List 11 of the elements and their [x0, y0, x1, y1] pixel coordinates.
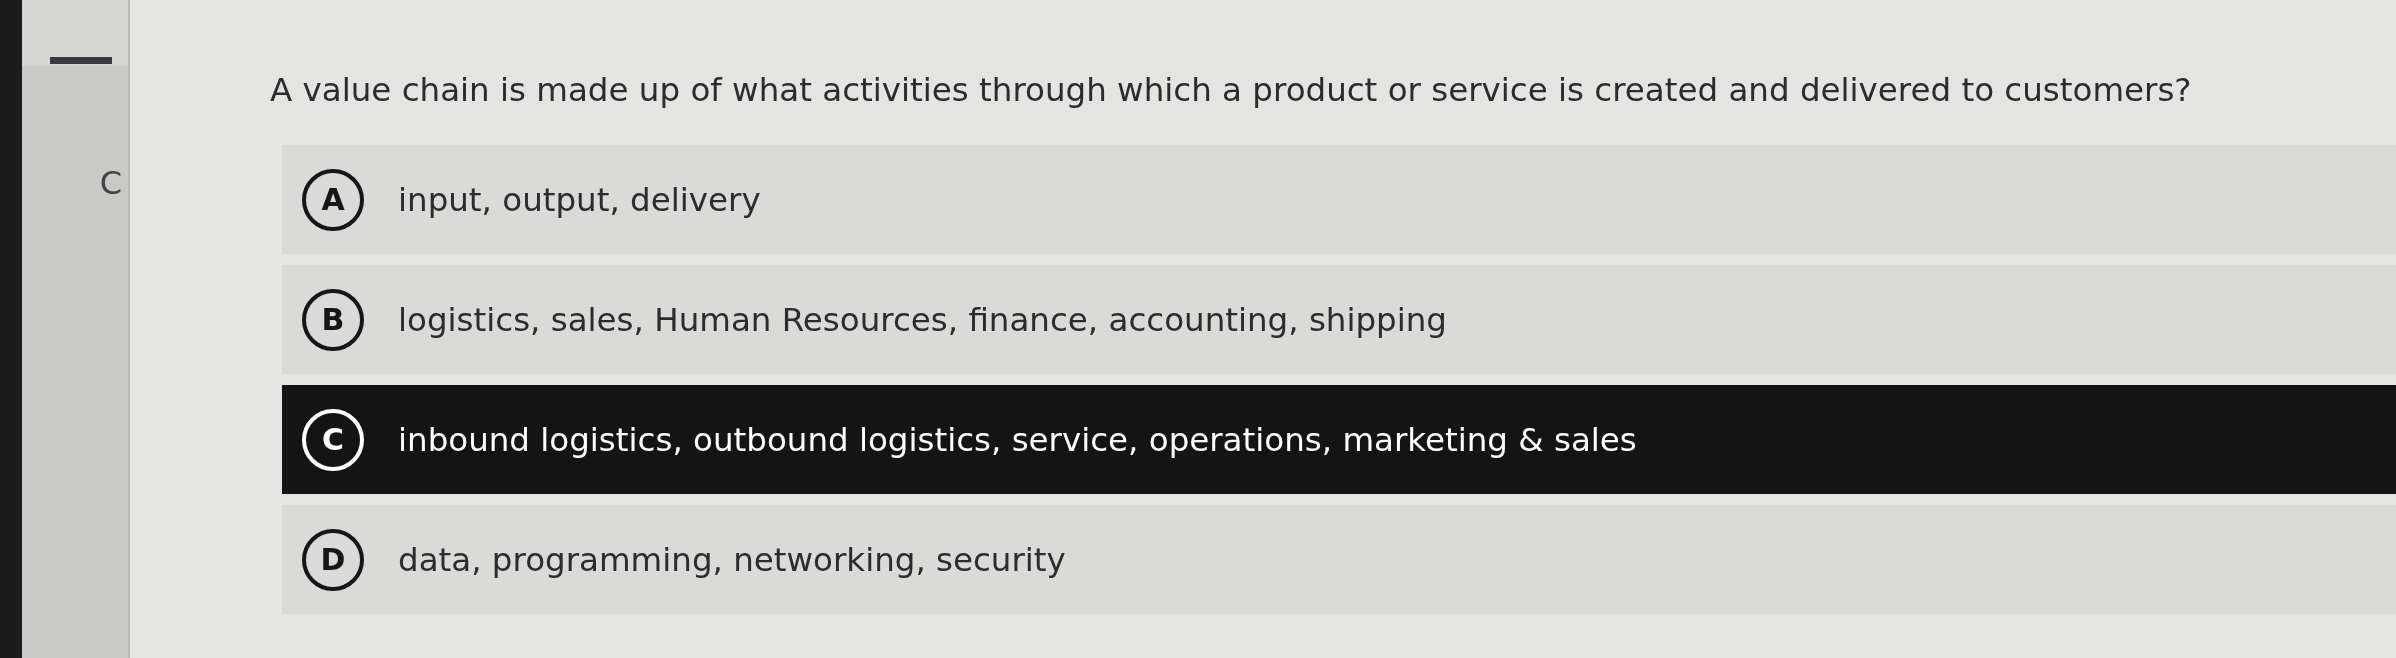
question-text: A value chain is made up of what activities through which a product or service is created and delivered to customers? [270, 70, 2193, 111]
option-letter: C [302, 408, 364, 471]
answer-option[interactable]: C inbound logistics, outbound logistics, service, operations, marketing & sales [282, 385, 2396, 494]
option-letter: D [302, 528, 364, 591]
tab-underline [50, 57, 112, 64]
option-letter: B [302, 288, 364, 351]
answer-option[interactable]: B logistics, sales, Human Resources, finance, accounting, shipping [282, 265, 2396, 374]
answer-option[interactable]: A input, output, delivery [282, 145, 2396, 254]
answer-option[interactable]: D data, programming, networking, security [282, 505, 2396, 614]
side-letter: C [99, 164, 122, 202]
option-letter: A [302, 168, 364, 231]
